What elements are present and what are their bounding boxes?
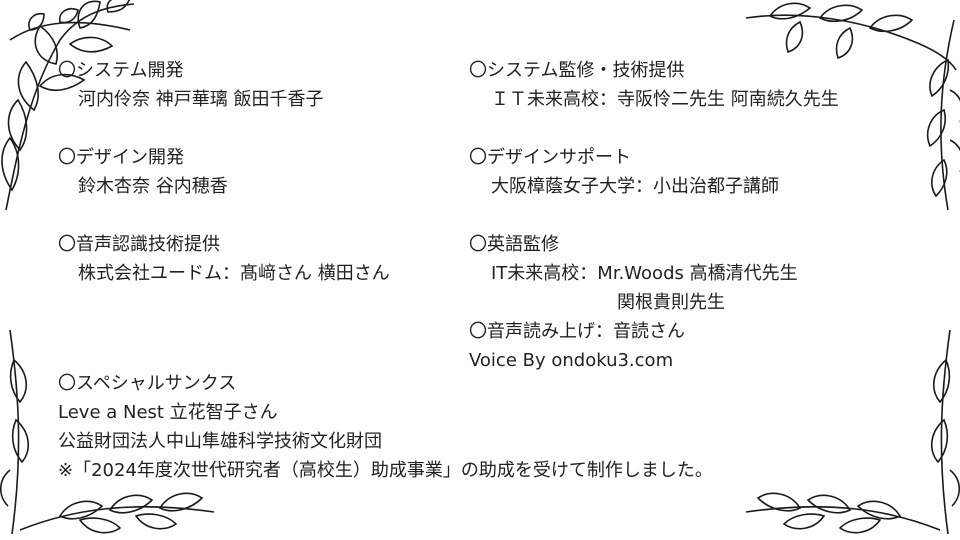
system-supervision-names: ＩＴ未来高校：寺阪怜二先生 阿南続久先生 (491, 89, 839, 110)
system-dev-names: 河内伶奈 神戸華璃 飯田千香子 (78, 89, 324, 110)
design-support-heading: 〇デザインサポート (469, 147, 631, 168)
system-dev-heading: 〇システム開発 (58, 60, 184, 81)
design-dev-heading: 〇デザイン開発 (58, 147, 184, 168)
design-support-names: 大阪樟蔭女子大学：小出治都子講師 (491, 176, 779, 197)
design-dev-names: 鈴木杏奈 谷内穂香 (78, 176, 228, 197)
credits-right-column: 〇システム監修・技術提供 ＩＴ未来高校：寺阪怜二先生 阿南続久先生 〇デザインサ… (469, 56, 839, 375)
speech-recognition-heading: 〇音声認識技術提供 (58, 234, 220, 255)
english-supervision-heading: 〇英語監修 (469, 234, 559, 255)
system-supervision-heading: 〇システム監修・技術提供 (469, 60, 685, 81)
special-thanks-heading: 〇スペシャルサンクス (58, 373, 237, 394)
special-thanks-line2: 公益財団法人中山隼雄科学技術文化財団 (58, 431, 382, 452)
speech-recognition-names: 株式会社ユードム：髙﨑さん 横田さん (78, 263, 390, 284)
grant-note: ※「2024年度次世代研究者（高校生）助成事業」の助成を受けて制作しました。 (58, 460, 713, 481)
special-thanks-line1: Leve a Nest 立花智子さん (58, 402, 278, 423)
english-supervision-line2: 関根貴則先生 (617, 292, 725, 313)
english-supervision-line1: IT未来高校：Mr.Woods 高橋清代先生 (491, 263, 798, 284)
credits-left-column: 〇システム開発 河内伶奈 神戸華璃 飯田千香子 〇デザイン開発 鈴木杏奈 谷内穂… (58, 56, 390, 288)
voice-reading-heading: 〇音声読み上げ：音読さん (469, 321, 685, 342)
special-thanks-block: 〇スペシャルサンクス Leve a Nest 立花智子さん 公益財団法人中山隼雄… (58, 369, 713, 485)
